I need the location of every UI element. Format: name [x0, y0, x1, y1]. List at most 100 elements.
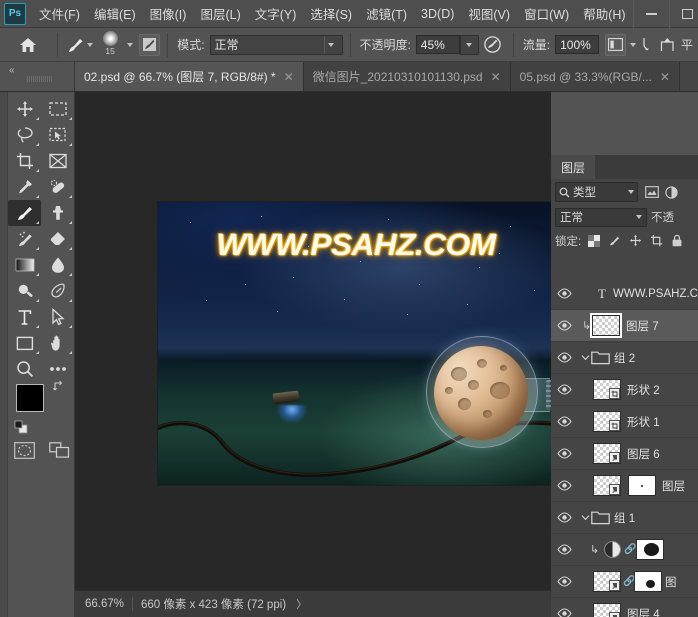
menu-view[interactable]: 视图(V)	[461, 0, 517, 27]
menu-filter[interactable]: 滤镜(T)	[359, 0, 414, 27]
layer-mask-thumbnail[interactable]	[636, 539, 664, 560]
smoothing-group[interactable]	[630, 37, 656, 53]
menu-file[interactable]: 文件(F)	[32, 0, 87, 27]
layer-visibility-toggle[interactable]	[553, 544, 575, 555]
lasso-tool[interactable]	[8, 122, 41, 148]
layer-visibility-toggle[interactable]	[553, 480, 575, 491]
foreground-color-swatch[interactable]	[16, 384, 44, 412]
document-tab-1[interactable]: 02.psd @ 66.7% (图层 7, RGB/8#) * ✕	[75, 62, 304, 91]
brush-tip-chevron-icon[interactable]	[127, 42, 134, 47]
layer-visibility-toggle[interactable]	[553, 608, 575, 617]
layer-thumbnail[interactable]	[593, 475, 621, 496]
brush-preset-icon[interactable]	[65, 34, 87, 56]
document-artboard[interactable]: WWW.PSAHZ.COM	[158, 202, 551, 485]
spot-healing-brush-tool[interactable]	[41, 174, 74, 200]
group-expand-chevron-icon[interactable]	[579, 514, 591, 521]
collapse-dock-icon[interactable]: «	[0, 62, 75, 91]
home-icon[interactable]	[18, 36, 38, 54]
table-row[interactable]: ↳ 🔗	[551, 534, 698, 566]
table-row[interactable]: 图层 4	[551, 598, 698, 617]
group-expand-chevron-icon[interactable]	[579, 354, 591, 361]
table-row[interactable]: 组 1	[551, 502, 698, 534]
menu-image[interactable]: 图像(I)	[143, 0, 194, 27]
menu-type[interactable]: 文字(Y)	[248, 0, 304, 27]
opacity-input[interactable]: 45%	[415, 35, 460, 54]
path-selection-tool[interactable]	[41, 304, 74, 330]
layer-mask-thumbnail[interactable]	[628, 475, 656, 496]
menu-help[interactable]: 帮助(H)	[576, 0, 632, 27]
filter-pixel-icon[interactable]	[645, 186, 659, 198]
table-row[interactable]: 图层 6	[551, 438, 698, 470]
canvas-area[interactable]: WWW.PSAHZ.COM	[75, 92, 551, 590]
layer-visibility-toggle[interactable]	[553, 352, 575, 363]
table-row[interactable]: 图层	[551, 470, 698, 502]
zoom-tool[interactable]	[8, 356, 41, 382]
link-mask-icon[interactable]: 🔗	[624, 544, 636, 555]
blend-mode-select[interactable]: 正常	[209, 34, 343, 55]
airbrush-pressure-icon[interactable]	[483, 35, 502, 54]
layer-thumbnail[interactable]	[593, 379, 621, 400]
frame-tool[interactable]	[41, 148, 74, 174]
status-expand-icon[interactable]: 〉	[294, 596, 307, 612]
lock-image-icon[interactable]	[608, 234, 621, 247]
layer-mask-thumbnail[interactable]	[634, 571, 662, 592]
table-row[interactable]: 🔗 图	[551, 566, 698, 598]
history-brush-tool[interactable]	[8, 226, 41, 252]
gradient-tool[interactable]	[8, 252, 41, 278]
lock-artboard-icon[interactable]	[650, 234, 663, 247]
brush-tool[interactable]	[8, 200, 41, 226]
rectangular-marquee-tool[interactable]	[41, 96, 74, 122]
filter-type-select[interactable]: 类型	[555, 182, 638, 202]
edit-toolbar-tool[interactable]	[41, 356, 74, 382]
dodge-tool[interactable]	[8, 278, 41, 304]
layer-list[interactable]: T WWW.PSAHZ.C ↳ 图层 7 组 2 形状 2 形状 1 图层 6 …	[551, 278, 698, 617]
symmetry-icon[interactable]	[660, 37, 675, 53]
menu-window[interactable]: 窗口(W)	[517, 0, 576, 27]
default-colors-icon[interactable]	[14, 420, 28, 434]
eraser-tool[interactable]	[41, 226, 74, 252]
opacity-chevron-button[interactable]	[459, 34, 479, 55]
brush-preset-chevron-icon[interactable]	[86, 42, 93, 47]
swap-colors-icon[interactable]	[52, 380, 65, 393]
quick-selection-tool[interactable]	[41, 122, 74, 148]
lock-position-icon[interactable]	[629, 234, 642, 247]
clone-stamp-tool[interactable]	[41, 200, 74, 226]
adjustment-layer-thumbnail[interactable]	[604, 541, 621, 558]
flow-input[interactable]: 100%	[555, 35, 600, 54]
rectangle-tool[interactable]	[8, 330, 41, 356]
lock-all-icon[interactable]	[671, 234, 683, 247]
table-row[interactable]: T WWW.PSAHZ.C	[551, 278, 698, 310]
layer-visibility-toggle[interactable]	[553, 288, 575, 299]
link-mask-icon[interactable]: 🔗	[623, 576, 635, 587]
menu-edit[interactable]: 编辑(E)	[87, 0, 143, 27]
quick-mask-icon[interactable]	[14, 442, 35, 459]
close-icon[interactable]: ✕	[660, 70, 670, 84]
filter-adjustment-icon[interactable]	[665, 185, 678, 199]
crop-tool[interactable]	[8, 148, 41, 174]
tools-panel-grip[interactable]	[0, 92, 8, 617]
layer-thumbnail[interactable]	[590, 313, 622, 338]
layer-visibility-toggle[interactable]	[553, 320, 575, 331]
document-tab-2[interactable]: 微信图片_20210310101130.psd ✕	[303, 62, 511, 91]
menu-layer[interactable]: 图层(L)	[193, 0, 247, 27]
layer-visibility-toggle[interactable]	[553, 448, 575, 459]
layer-visibility-toggle[interactable]	[553, 512, 575, 523]
table-row[interactable]: ↳ 图层 7	[551, 310, 698, 342]
maximize-button[interactable]	[668, 0, 698, 28]
document-tab-3[interactable]: 05.psd @ 33.3%(RGB/... ✕	[510, 62, 680, 91]
screen-mode-icon[interactable]	[49, 442, 70, 459]
blur-tool[interactable]	[41, 252, 74, 278]
menu-3d[interactable]: 3D(D)	[414, 3, 461, 25]
layer-thumbnail[interactable]	[593, 603, 621, 617]
horizontal-type-tool[interactable]	[8, 304, 41, 330]
menu-select[interactable]: 选择(S)	[303, 0, 359, 27]
pen-tool[interactable]	[41, 278, 74, 304]
move-tool[interactable]	[8, 96, 41, 122]
table-row[interactable]: 形状 2	[551, 374, 698, 406]
layer-visibility-toggle[interactable]	[553, 384, 575, 395]
tab-layers[interactable]: 图层	[551, 155, 596, 179]
layer-thumbnail[interactable]	[593, 411, 621, 432]
table-row[interactable]: 组 2	[551, 342, 698, 374]
eyedropper-tool[interactable]	[8, 174, 41, 200]
layer-visibility-toggle[interactable]	[553, 576, 575, 587]
